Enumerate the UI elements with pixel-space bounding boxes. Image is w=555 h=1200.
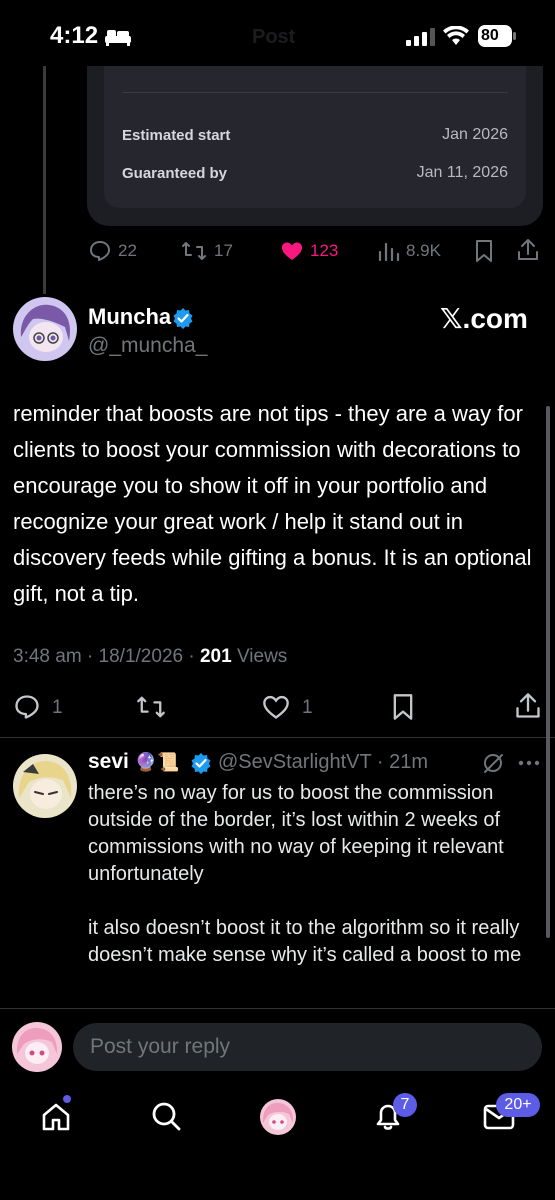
- tweet-views-count[interactable]: 201: [200, 646, 232, 667]
- bookmark-icon: [393, 694, 413, 720]
- reply-count: 22: [118, 241, 137, 260]
- reply-button[interactable]: [88, 239, 112, 263]
- status-time: 4:12: [50, 22, 99, 49]
- nav-search[interactable]: [150, 1100, 182, 1132]
- battery-percent: 80: [481, 27, 499, 44]
- reply-composer-placeholder: Post your reply: [90, 1035, 231, 1058]
- like-button[interactable]: [280, 239, 304, 263]
- repost-icon: [182, 242, 206, 260]
- tweet-body: reminder that boosts are not tips - they…: [13, 401, 532, 606]
- nav-grok-avatar[interactable]: [260, 1099, 296, 1135]
- repost-button[interactable]: [136, 693, 166, 721]
- x-com-watermark: 𝕏.com: [440, 303, 528, 334]
- card-row-label: Estimated start: [122, 127, 231, 144]
- share-icon: [518, 239, 538, 260]
- reply-author-name-text: sevi: [88, 750, 129, 773]
- cellular-signal-icon: [405, 28, 435, 46]
- home-unread-dot: [63, 1095, 71, 1103]
- bookmark-button[interactable]: [473, 239, 495, 263]
- reply-time: 21m: [389, 751, 429, 773]
- like-button[interactable]: [262, 693, 290, 721]
- section-divider: [0, 737, 555, 738]
- battery-icon: 80: [478, 25, 518, 47]
- thread-line: [43, 66, 46, 294]
- reply-author-name[interactable]: sevi 🔮📜: [88, 750, 180, 774]
- wifi-icon: [443, 26, 469, 46]
- author-name[interactable]: Muncha: [88, 304, 171, 330]
- sleep-bed-icon: [104, 27, 132, 47]
- scrollbar[interactable]: [546, 406, 550, 938]
- grok-icon[interactable]: [482, 752, 504, 774]
- tweet-time: 3:48 am: [13, 646, 82, 667]
- notifications-badge: 7: [393, 1093, 417, 1117]
- user-avatar[interactable]: [12, 1022, 62, 1072]
- share-icon: [516, 693, 540, 718]
- reply-button[interactable]: [13, 693, 41, 721]
- share-button[interactable]: [514, 692, 542, 720]
- verified-badge-icon: [172, 307, 194, 329]
- tweet-meta: 3:48 am · 18/1/2026 · 201 Views: [13, 646, 288, 667]
- reply-author-emoji: 🔮📜: [134, 752, 180, 772]
- card-divider: [122, 92, 508, 93]
- header-title-ghost: Post: [252, 26, 296, 48]
- reply-avatar[interactable]: [13, 754, 77, 818]
- nav-home[interactable]: [40, 1101, 72, 1133]
- reply-count: 1: [52, 697, 63, 718]
- messages-badge: 20+: [496, 1093, 540, 1117]
- views-button[interactable]: [378, 240, 400, 262]
- reply-handle: @SevStarlightVT: [218, 751, 372, 773]
- author-avatar[interactable]: [13, 297, 77, 361]
- tweet-date: 18/1/2026: [98, 646, 184, 667]
- composer-divider: [0, 1008, 555, 1009]
- repost-button[interactable]: [181, 239, 207, 263]
- search-icon: [152, 1102, 181, 1131]
- bookmark-icon: [476, 240, 492, 262]
- heart-outline-icon: [263, 695, 289, 719]
- heart-filled-icon: [282, 242, 302, 260]
- verified-badge-icon: [190, 752, 212, 774]
- reply-body: there’s no way for us to boost the commi…: [88, 782, 522, 966]
- repost-count: 17: [214, 241, 233, 260]
- reply-icon: [15, 695, 39, 719]
- views-count: 8.9K: [406, 241, 441, 260]
- reply-handle-time[interactable]: @SevStarlightVT · 21m: [218, 751, 428, 774]
- views-chart-icon: [378, 242, 400, 262]
- card-row-label: Guaranteed by: [122, 165, 228, 182]
- bookmark-button[interactable]: [390, 693, 416, 721]
- like-count: 1: [302, 697, 313, 718]
- like-count: 123: [310, 241, 339, 260]
- reply-icon: [90, 241, 110, 261]
- more-options-icon[interactable]: [518, 760, 540, 766]
- tweet-views-label: Views: [236, 646, 288, 667]
- share-button[interactable]: [516, 238, 540, 262]
- author-handle[interactable]: @_muncha_: [88, 334, 207, 358]
- card-row-value: Jan 2026: [442, 126, 508, 143]
- repost-icon: [137, 696, 165, 718]
- home-icon: [42, 1103, 70, 1131]
- card-row-value: Jan 11, 2026: [416, 164, 508, 181]
